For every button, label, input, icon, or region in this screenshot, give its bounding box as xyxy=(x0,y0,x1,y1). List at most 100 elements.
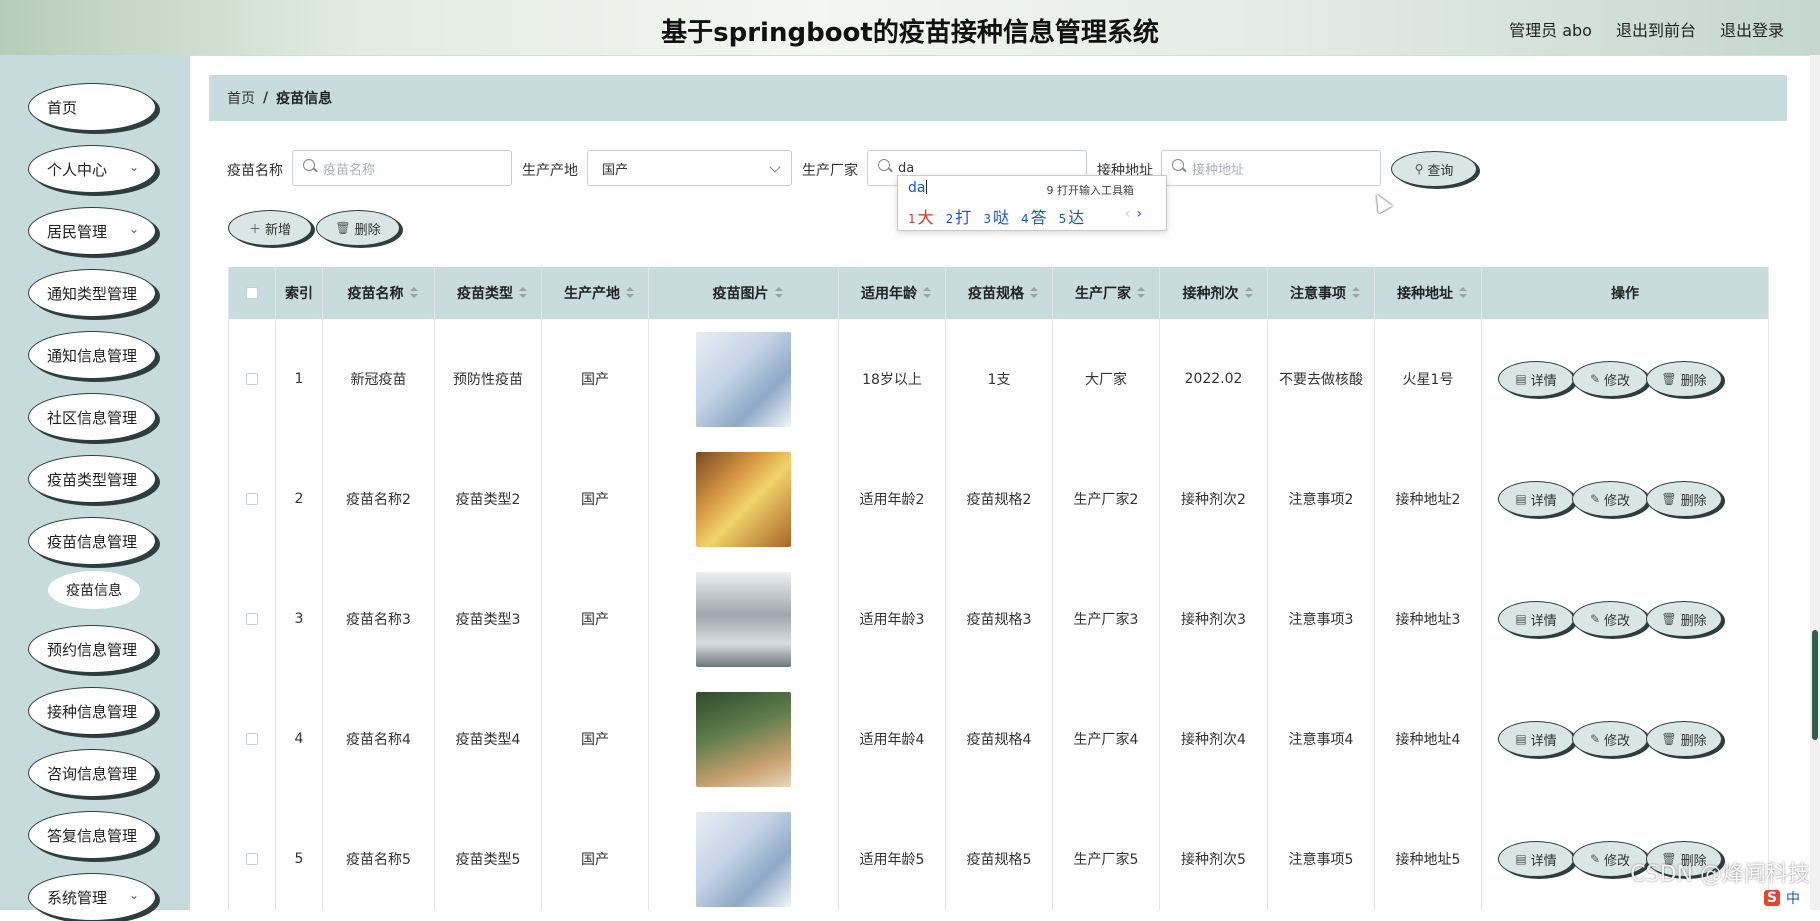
origin-cell-text: 国产 xyxy=(581,732,609,748)
vaccine-image[interactable] xyxy=(696,331,791,427)
name-cell-text: 新冠疫苗 xyxy=(350,372,407,388)
detail-button[interactable]: ▤ 详情 xyxy=(1498,361,1574,397)
sidebar-subitem-vaccine-info[interactable]: 疫苗信息 xyxy=(48,571,140,609)
col-maker[interactable]: 生产厂家 xyxy=(1053,267,1160,319)
row-checkbox[interactable] xyxy=(246,733,258,745)
image-cell xyxy=(649,319,839,439)
image-cell xyxy=(649,799,839,910)
row-checkbox[interactable] xyxy=(246,373,258,385)
delete-button[interactable]: 🗑 删除 xyxy=(1646,361,1722,397)
col-name[interactable]: 疫苗名称 xyxy=(323,267,435,319)
edit-button[interactable]: ✎ 修改 xyxy=(1572,721,1648,757)
vaccine-image[interactable] xyxy=(696,691,791,787)
ime-candidate[interactable]: 3哒 xyxy=(983,204,1009,228)
delete-button[interactable]: 🗑 删除 xyxy=(1646,601,1722,637)
batch-delete-button[interactable]: 🗑 删除 xyxy=(316,210,400,246)
sidebar-item-profile[interactable]: 个人中心 ⌄ xyxy=(28,145,156,193)
notes-cell: 注意事项3 xyxy=(1268,559,1375,679)
vaccine-image[interactable] xyxy=(696,811,791,907)
origin-select[interactable]: 国产 xyxy=(587,150,792,186)
col-dose[interactable]: 接种剂次 xyxy=(1160,267,1268,319)
top-header: 基于springboot的疫苗接种信息管理系统 管理员 abo 退出到前台 退出… xyxy=(0,0,1820,56)
scrollbar-thumb[interactable] xyxy=(1812,630,1818,740)
row-checkbox[interactable] xyxy=(246,853,258,865)
pencil-icon: ✎ xyxy=(1589,372,1601,386)
ime-candidate[interactable]: 2打 xyxy=(946,204,972,228)
delete-button[interactable]: 🗑 删除 xyxy=(1646,721,1722,757)
col-type-label: 疫苗类型 xyxy=(457,286,513,302)
row-checkbox-cell xyxy=(229,559,276,679)
add-button[interactable]: ＋ 新增 xyxy=(228,210,312,246)
vaccine-name-input[interactable]: 疫苗名称 xyxy=(292,150,512,186)
sidebar-item-home[interactable]: 首页 xyxy=(28,83,156,131)
notes-cell: 注意事项5 xyxy=(1268,799,1375,910)
delete-button[interactable]: 🗑 删除 xyxy=(1646,481,1722,517)
address-cell-text: 接种地址2 xyxy=(1395,492,1461,508)
type-cell-text: 疫苗类型2 xyxy=(455,492,521,508)
detail-button[interactable]: ▤ 详情 xyxy=(1498,481,1574,517)
sidebar-item-vaccine-info-mgmt[interactable]: 疫苗信息管理 xyxy=(28,517,156,565)
select-all-checkbox[interactable] xyxy=(246,287,258,299)
col-address[interactable]: 接种地址 xyxy=(1375,267,1482,319)
ime-candidate[interactable]: 4答 xyxy=(1021,204,1047,228)
row-checkbox[interactable] xyxy=(246,493,258,505)
edit-button[interactable]: ✎ 修改 xyxy=(1572,481,1648,517)
col-spec[interactable]: 疫苗规格 xyxy=(946,267,1053,319)
sidebar-item-system[interactable]: 系统管理 ⌄ xyxy=(28,873,156,921)
edit-button[interactable]: ✎ 修改 xyxy=(1572,601,1648,637)
breadcrumb-home[interactable]: 首页 xyxy=(227,88,255,108)
maker-label: 生产厂家 xyxy=(802,163,858,179)
name-cell-text: 疫苗名称2 xyxy=(346,492,411,508)
sidebar-item-label: 居民管理 xyxy=(47,222,108,241)
edit-button[interactable]: ✎ 修改 xyxy=(1572,361,1648,397)
sidebar-item-residents[interactable]: 居民管理 ⌄ xyxy=(28,207,156,255)
sidebar-item-community[interactable]: 社区信息管理 xyxy=(28,393,156,441)
address-cell: 火星1号 xyxy=(1375,319,1482,439)
detail-button[interactable]: ▤ 详情 xyxy=(1498,721,1574,757)
sidebar-item-consult[interactable]: 咨询信息管理 xyxy=(28,749,156,797)
ime-next-icon[interactable]: › xyxy=(1136,206,1142,222)
row-checkbox[interactable] xyxy=(246,613,258,625)
ime-candidate[interactable]: 5达 xyxy=(1059,204,1085,228)
col-notes[interactable]: 注意事项 xyxy=(1268,267,1375,319)
sidebar-item-vaccination[interactable]: 接种信息管理 xyxy=(28,687,156,735)
ime-prev-icon[interactable]: ‹ xyxy=(1125,206,1131,222)
address-cell: 接种地址4 xyxy=(1375,679,1482,799)
sidebar-item-vaccine-types[interactable]: 疫苗类型管理 xyxy=(28,455,156,503)
detail-button[interactable]: ▤ 详情 xyxy=(1498,841,1574,877)
page-scrollbar[interactable] xyxy=(1810,55,1820,910)
ime-page-nav: ‹ › xyxy=(1125,206,1142,222)
to-front-link[interactable]: 退出到前台 xyxy=(1616,17,1696,41)
col-actions-label: 操作 xyxy=(1611,286,1639,302)
address-input[interactable]: 接种地址 xyxy=(1161,150,1381,186)
sidebar-item-appointments[interactable]: 预约信息管理 xyxy=(28,625,156,673)
name-cell: 疫苗名称2 xyxy=(323,439,435,559)
col-image[interactable]: 疫苗图片 xyxy=(649,267,839,319)
ime-mode[interactable]: 中 xyxy=(1786,888,1800,908)
index-cell: 1 xyxy=(276,319,323,439)
type-cell-text: 疫苗类型3 xyxy=(455,612,521,628)
col-index: 索引 xyxy=(276,267,323,319)
notes-cell: 不要去做核酸 xyxy=(1268,319,1375,439)
col-age[interactable]: 适用年龄 xyxy=(839,267,946,319)
logout-link[interactable]: 退出登录 xyxy=(1720,17,1784,41)
sidebar-item-label: 咨询信息管理 xyxy=(47,764,138,783)
table-row: 2 疫苗名称2 疫苗类型2 国产 适用年龄2 疫苗规格2 生产厂家2 接种剂次2 注意事项2 接种… xyxy=(229,439,1769,560)
delete-button-label: 删除 xyxy=(1680,613,1707,629)
query-button[interactable]: ⚲ 查询 xyxy=(1391,151,1477,187)
ime-toolbox-hint[interactable]: 9 打开输入工具箱 xyxy=(1047,182,1135,198)
sidebar-item-notices[interactable]: 通知信息管理 xyxy=(28,331,156,379)
vaccine-image[interactable] xyxy=(696,451,791,547)
col-type[interactable]: 疫苗类型 xyxy=(435,267,542,319)
col-actions: 操作 xyxy=(1482,267,1769,319)
sidebar-item-notice-types[interactable]: 通知类型管理 xyxy=(28,269,156,317)
delete-button-label: 删除 xyxy=(1680,733,1707,749)
age-cell: 适用年龄2 xyxy=(839,439,946,559)
sidebar-item-replies[interactable]: 答复信息管理 xyxy=(28,811,156,859)
dose-cell-text: 接种剂次4 xyxy=(1181,732,1246,748)
user-name[interactable]: 管理员 abo xyxy=(1509,17,1592,41)
detail-button[interactable]: ▤ 详情 xyxy=(1498,601,1574,637)
vaccine-image[interactable] xyxy=(696,571,791,667)
col-origin[interactable]: 生产产地 xyxy=(542,267,649,319)
ime-candidate[interactable]: 1大 xyxy=(908,204,934,228)
